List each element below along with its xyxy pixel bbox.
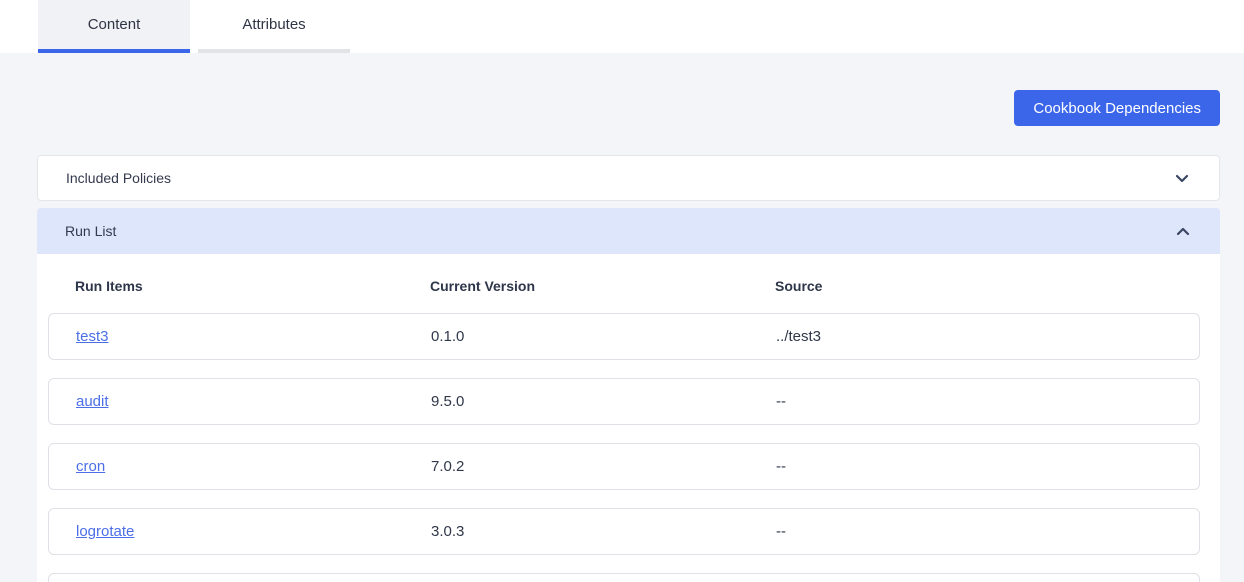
column-header-run-items: Run Items <box>75 278 143 294</box>
tab-content[interactable]: Content <box>38 0 190 53</box>
run-item-source: -- <box>776 523 786 540</box>
run-item-source: -- <box>776 393 786 410</box>
run-item-version: 0.1.0 <box>431 328 465 345</box>
run-item-version: 3.0.3 <box>431 523 465 540</box>
tab-attributes[interactable]: Attributes <box>198 0 350 53</box>
run-item-link[interactable]: test3 <box>76 328 109 345</box>
run-list-column-headers: Run Items Current Version Source <box>48 276 1200 296</box>
run-item-version: 7.0.2 <box>431 458 465 475</box>
chevron-up-icon[interactable] <box>1176 227 1190 236</box>
run-item-link[interactable]: audit <box>76 393 109 410</box>
included-policies-header[interactable]: Included Policies <box>37 155 1220 201</box>
content-area: Cookbook Dependencies Included Policies … <box>0 90 1244 582</box>
run-list-rows: test3 0.1.0 ../test3 audit 9.5.0 -- cron… <box>48 313 1200 555</box>
run-item-link[interactable]: cron <box>76 458 105 475</box>
run-list-body: Run Items Current Version Source test3 0… <box>37 254 1220 582</box>
cookbook-dependencies-button[interactable]: Cookbook Dependencies <box>1014 90 1220 126</box>
run-item-source: -- <box>776 458 786 475</box>
run-item-version: 9.5.0 <box>431 393 465 410</box>
chevron-down-icon[interactable] <box>1175 174 1189 183</box>
tab-bar: Content Attributes <box>0 0 1244 53</box>
table-row: logrotate 3.0.3 -- <box>48 508 1200 555</box>
table-row: cron 7.0.2 -- <box>48 443 1200 490</box>
run-item-source: ../test3 <box>776 328 822 345</box>
column-header-source: Source <box>775 278 823 294</box>
run-list-title: Run List <box>65 223 117 239</box>
included-policies-title: Included Policies <box>66 170 172 186</box>
run-item-link[interactable]: logrotate <box>76 523 134 540</box>
table-row: audit 9.5.0 -- <box>48 378 1200 425</box>
table-row-partial <box>48 573 1200 582</box>
column-header-current-version: Current Version <box>430 278 536 294</box>
run-list-header[interactable]: Run List <box>37 208 1220 254</box>
table-row: test3 0.1.0 ../test3 <box>48 313 1200 360</box>
